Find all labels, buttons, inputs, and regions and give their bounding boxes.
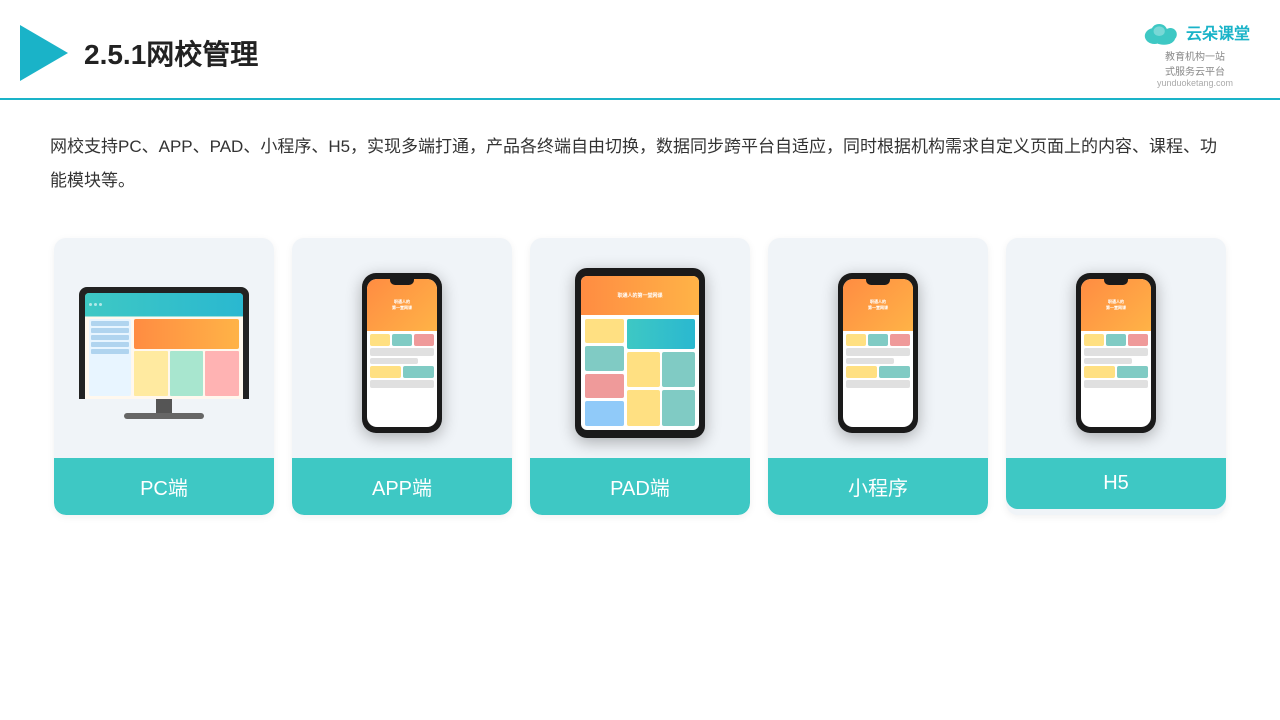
card-h5-label: H5 bbox=[1006, 458, 1226, 509]
card-mini-label: 小程序 bbox=[768, 458, 988, 515]
card-pc-label: PC端 bbox=[54, 458, 274, 515]
card-h5: 职通人的第一堂网课 bbox=[1006, 238, 1226, 515]
card-pc: PC端 bbox=[54, 238, 274, 515]
card-app: 职通人的第一堂网课 bbox=[292, 238, 512, 515]
brand-logo: 云朵课堂 bbox=[1140, 18, 1250, 46]
brand-area: 云朵课堂 教育机构一站式服务云平台 yunduoketang.com bbox=[1140, 18, 1250, 88]
cloud-icon bbox=[1140, 18, 1180, 46]
logo-triangle-icon bbox=[20, 25, 68, 81]
brand-url: yunduoketang.com bbox=[1157, 78, 1233, 88]
page-title: 2.5.1网校管理 bbox=[84, 33, 258, 73]
header: 2.5.1网校管理 云朵课堂 教育机构一站式服务云平台 yunduoketang… bbox=[0, 0, 1280, 100]
card-app-image: 职通人的第一堂网课 bbox=[292, 238, 512, 458]
monitor-mockup bbox=[79, 287, 249, 419]
card-mini: 职通人的第一堂网课 bbox=[768, 238, 988, 515]
card-app-label: APP端 bbox=[292, 458, 512, 515]
brand-name: 云朵课堂 bbox=[1186, 20, 1250, 44]
description-text: 网校支持PC、APP、PAD、小程序、H5，实现多端打通，产品各终端自由切换，数… bbox=[0, 100, 1280, 208]
card-mini-image: 职通人的第一堂网课 bbox=[768, 238, 988, 458]
header-left: 2.5.1网校管理 bbox=[20, 25, 258, 81]
card-pc-image bbox=[54, 238, 274, 458]
brand-tagline: 教育机构一站式服务云平台 bbox=[1165, 48, 1225, 78]
card-pad: 职通人的第一堂网课 bbox=[530, 238, 750, 515]
phone-mockup-app: 职通人的第一堂网课 bbox=[362, 273, 442, 433]
phone-mockup-mini: 职通人的第一堂网课 bbox=[838, 273, 918, 433]
cards-section: PC端 职通人的第一堂网课 bbox=[0, 208, 1280, 515]
card-h5-image: 职通人的第一堂网课 bbox=[1006, 238, 1226, 458]
tablet-mockup: 职通人的第一堂网课 bbox=[575, 268, 705, 438]
card-pad-label: PAD端 bbox=[530, 458, 750, 515]
card-pad-image: 职通人的第一堂网课 bbox=[530, 238, 750, 458]
phone-mockup-h5: 职通人的第一堂网课 bbox=[1076, 273, 1156, 433]
